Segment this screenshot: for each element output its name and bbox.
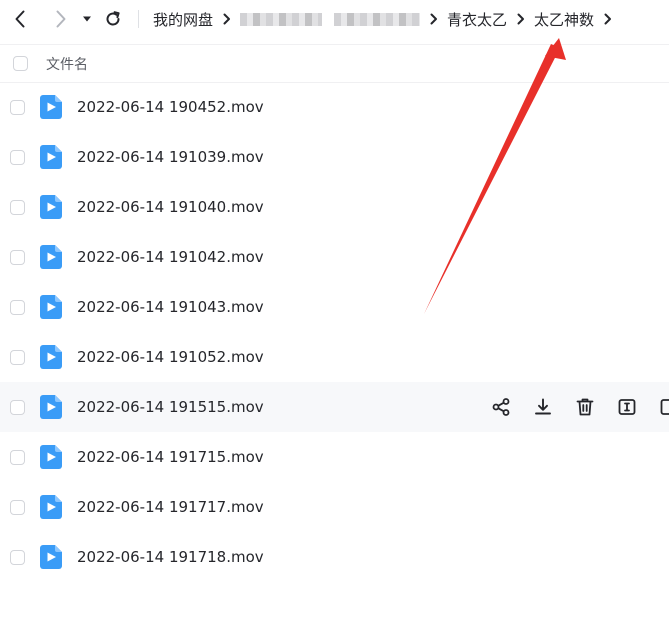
row-checkbox[interactable]: [10, 449, 25, 465]
breadcrumb-item-redacted-2[interactable]: [334, 12, 421, 26]
row-checkbox[interactable]: [10, 299, 25, 315]
row-checkbox[interactable]: [10, 249, 25, 265]
row-checkbox[interactable]: [10, 499, 25, 515]
download-icon: [535, 398, 551, 415]
chevron-right-icon: [430, 13, 438, 25]
caret-down-icon: [83, 16, 91, 22]
video-file-icon: [40, 545, 62, 569]
breadcrumb: 我的网盘 青衣太乙 太乙神数: [153, 0, 621, 38]
chevron-right-icon: [56, 10, 66, 28]
video-file-icon: [40, 345, 62, 369]
file-name[interactable]: 2022-06-14 191039.mov: [77, 148, 264, 166]
row-checkbox[interactable]: [10, 99, 25, 115]
more-icon: [660, 399, 669, 415]
back-button[interactable]: [10, 6, 30, 32]
more-button[interactable]: [658, 396, 669, 418]
row-actions: [490, 382, 669, 432]
file-name[interactable]: 2022-06-14 191042.mov: [77, 248, 264, 266]
video-file-icon: [40, 195, 62, 219]
nav-divider: [138, 10, 139, 28]
chevron-right-icon: [604, 13, 612, 25]
navigation-bar: 我的网盘 青衣太乙 太乙神数: [0, 0, 669, 38]
video-file-icon: [40, 95, 62, 119]
table-row[interactable]: 2022-06-14 191717.mov: [0, 482, 669, 532]
file-name[interactable]: 2022-06-14 191052.mov: [77, 348, 264, 366]
download-button[interactable]: [532, 396, 554, 418]
row-checkbox[interactable]: [10, 199, 25, 215]
breadcrumb-item-root[interactable]: 我的网盘: [153, 9, 213, 30]
breadcrumb-item-redacted-1[interactable]: [240, 12, 323, 26]
breadcrumb-item-qingyi-taiyi[interactable]: 青衣太乙: [447, 9, 507, 30]
select-all-checkbox[interactable]: [13, 56, 28, 71]
rename-button[interactable]: [616, 396, 638, 418]
file-name[interactable]: 2022-06-14 191515.mov: [77, 398, 264, 416]
video-file-icon: [40, 245, 62, 269]
rename-icon: [618, 399, 636, 415]
column-header-name[interactable]: 文件名: [46, 54, 88, 74]
table-row[interactable]: 2022-06-14 191718.mov: [0, 532, 669, 582]
file-name[interactable]: 2022-06-14 191715.mov: [77, 448, 264, 466]
table-row[interactable]: 2022-06-14 191042.mov: [0, 232, 669, 282]
row-checkbox[interactable]: [10, 549, 25, 565]
file-name[interactable]: 2022-06-14 191043.mov: [77, 298, 264, 316]
chevron-right-icon: [223, 13, 231, 25]
video-file-icon: [40, 445, 62, 469]
file-name[interactable]: 2022-06-14 190452.mov: [77, 98, 264, 116]
refresh-button[interactable]: [103, 6, 123, 32]
share-button[interactable]: [490, 396, 512, 418]
trash-icon: [576, 398, 594, 416]
table-row[interactable]: 2022-06-14 190452.mov: [0, 82, 669, 132]
video-file-icon: [40, 145, 62, 169]
table-row[interactable]: 2022-06-14 191515.mov: [0, 382, 669, 432]
row-checkbox[interactable]: [10, 349, 25, 365]
table-row[interactable]: 2022-06-14 191039.mov: [0, 132, 669, 182]
delete-button[interactable]: [574, 396, 596, 418]
table-row[interactable]: 2022-06-14 191715.mov: [0, 432, 669, 482]
forward-button[interactable]: [51, 6, 71, 32]
chevron-right-icon: [517, 13, 525, 25]
chevron-left-icon: [15, 10, 25, 28]
file-list-header: 文件名: [0, 44, 669, 83]
file-name[interactable]: 2022-06-14 191717.mov: [77, 498, 264, 516]
video-file-icon: [40, 395, 62, 419]
file-name[interactable]: 2022-06-14 191718.mov: [77, 548, 264, 566]
row-checkbox[interactable]: [10, 399, 25, 415]
video-file-icon: [40, 295, 62, 319]
table-row[interactable]: 2022-06-14 191040.mov: [0, 182, 669, 232]
file-list: 2022-06-14 190452.mov 2022-06-14 191039.…: [0, 82, 669, 582]
refresh-icon: [106, 11, 120, 26]
breadcrumb-item-current[interactable]: 太乙神数: [534, 9, 594, 30]
table-row[interactable]: 2022-06-14 191052.mov: [0, 332, 669, 382]
video-file-icon: [40, 495, 62, 519]
table-row[interactable]: 2022-06-14 191043.mov: [0, 282, 669, 332]
history-dropdown-button[interactable]: [80, 6, 94, 32]
file-name[interactable]: 2022-06-14 191040.mov: [77, 198, 264, 216]
share-icon: [492, 398, 510, 416]
row-checkbox[interactable]: [10, 149, 25, 165]
